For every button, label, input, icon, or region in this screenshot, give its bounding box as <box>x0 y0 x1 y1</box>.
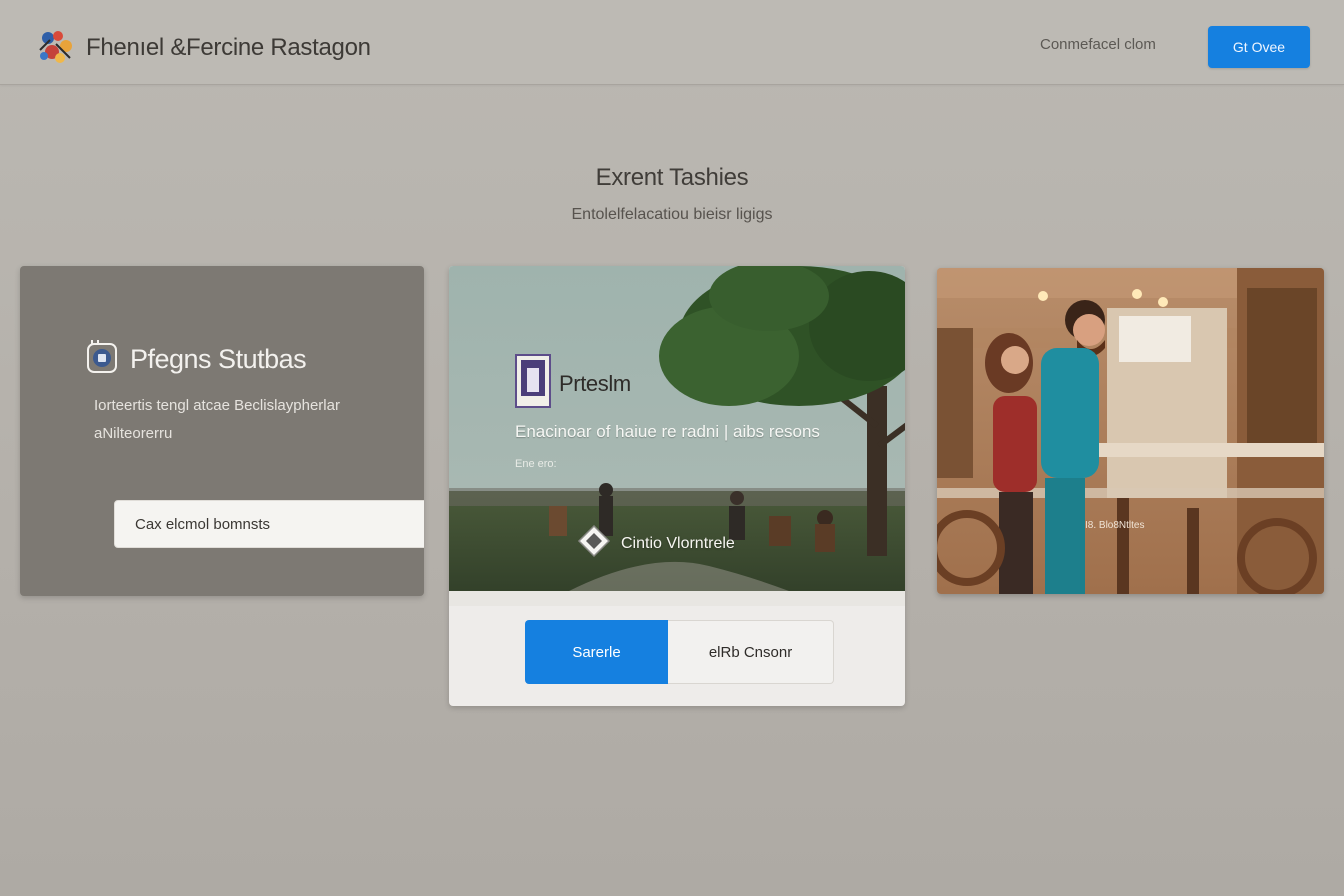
card1-input[interactable] <box>114 500 424 548</box>
section-title: Exrent Tashies <box>595 164 749 191</box>
feature-card-right: I8. Blo8Ntltes <box>937 268 1324 594</box>
nav-link[interactable]: Conmefacel clom <box>1040 36 1156 53</box>
feature-card-left: Pfegns Stutbas Iorteertis tengl atcae Be… <box>20 266 424 596</box>
primary-button[interactable]: Sarerle <box>525 620 668 684</box>
badge-icon <box>86 340 120 379</box>
cafe-scene-image <box>937 268 1324 594</box>
section-subtitle: Entolelfelacatiou bieisr ligigs <box>571 206 773 223</box>
card1-heading: Pfegns Stutbas <box>86 340 307 379</box>
card3-caption: I8. Blo8Ntltes <box>1085 520 1145 531</box>
card1-title: Pfegns Stutbas <box>130 344 307 374</box>
card2-overlay-text: Enacinoar of haiue re radni | aibs reson… <box>515 422 820 441</box>
card2-overlay-title: Prteslm <box>515 354 631 414</box>
card2-small-text: Ene ero: <box>515 458 557 470</box>
card2-brand-text: Cintio Vlorntrele <box>621 534 735 552</box>
book-logo-icon <box>515 354 551 414</box>
secondary-button[interactable]: elRb Cnsonr <box>668 620 834 684</box>
brand-logo-icon <box>36 28 78 68</box>
header-cta-button[interactable]: Gt Ovee <box>1208 26 1310 68</box>
card1-description: Iorteertis tengl atcae Beclislaypherlar … <box>94 397 340 442</box>
brand[interactable]: Fhenıel &Fercine Rastagon <box>36 28 371 68</box>
feature-card-center: Prteslm Enacinoar of haiue re radni | ai… <box>449 266 905 706</box>
card2-overlay-title-text: Prteslm <box>559 371 631 396</box>
top-navigation-bar: Fhenıel &Fercine Rastagon Conmefacel clo… <box>0 0 1344 85</box>
card2-brand: Cintio Vlorntrele <box>577 524 735 563</box>
diamond-icon <box>577 524 611 563</box>
landing-page: Fhenıel &Fercine Rastagon Conmefacel clo… <box>0 0 1344 896</box>
brand-title: Fhenıel &Fercine Rastagon <box>86 34 371 61</box>
